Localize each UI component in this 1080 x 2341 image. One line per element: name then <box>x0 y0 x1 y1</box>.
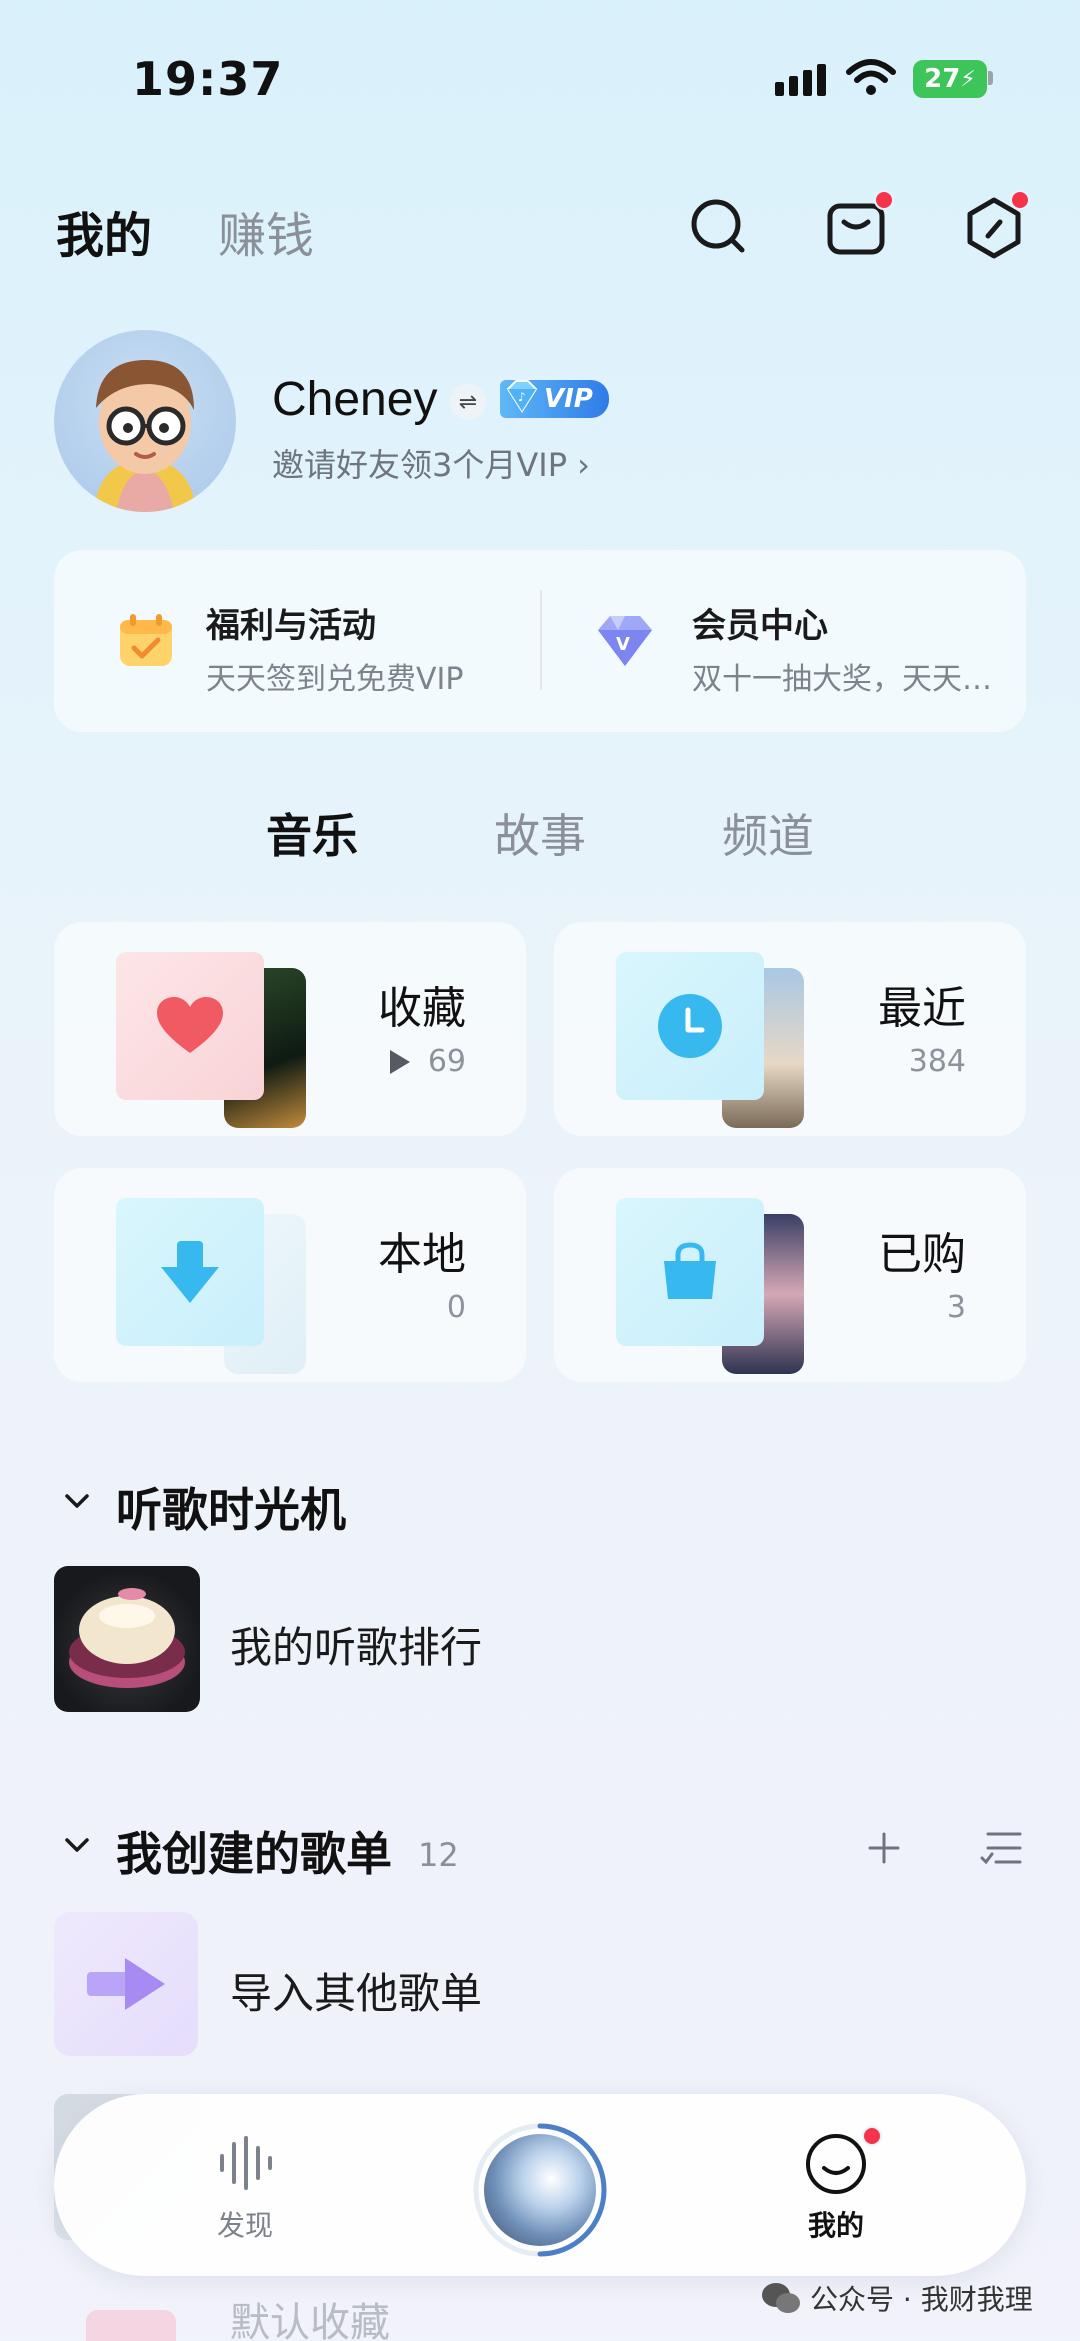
battery-level: 27 <box>924 64 961 94</box>
purchased-cover <box>616 1198 764 1346</box>
wifi-icon <box>846 59 896 95</box>
invite-friends-link[interactable]: 邀请好友领3个月VIP › <box>272 440 590 486</box>
message-notification-dot <box>874 190 894 210</box>
tab-earn[interactable]: 赚钱 <box>218 196 314 266</box>
faded-playlist-thumbnail-2 <box>86 2310 176 2341</box>
avatar[interactable] <box>54 330 236 512</box>
benefits-activities-subtitle: 天天签到兑免费VIP <box>206 662 464 697</box>
favorites-cover <box>116 952 264 1100</box>
local-title: 本地 <box>378 1229 466 1280</box>
tab-stories[interactable]: 故事 <box>494 800 586 866</box>
nav-mine-label[interactable]: 我的 <box>776 2204 896 2244</box>
add-playlist-icon[interactable] <box>866 1830 902 1866</box>
benefits-activities-title[interactable]: 福利与活动 <box>206 598 376 647</box>
username[interactable]: Cheney <box>272 372 437 427</box>
status-time: 19:37 <box>132 52 284 106</box>
calendar-icon <box>120 614 172 666</box>
play-icon <box>390 1050 410 1074</box>
benefits-divider <box>540 590 542 690</box>
battery-indicator: 27 ⚡ <box>913 60 987 98</box>
diamond-icon: V <box>598 616 652 666</box>
recent-count: 384 <box>908 1044 966 1079</box>
nav-discover-label[interactable]: 发现 <box>185 2204 305 2244</box>
local-cover <box>116 1198 264 1346</box>
profile-smile-icon[interactable] <box>804 2132 868 2196</box>
recent-cover <box>616 952 764 1100</box>
chevron-down-icon[interactable] <box>62 1486 92 1516</box>
faded-playlist-label: 默认收藏 <box>230 2300 390 2341</box>
svg-text:♪: ♪ <box>518 390 526 404</box>
arrow-right-icon <box>87 1958 165 2010</box>
favorites-count: 69 <box>427 1044 466 1079</box>
watermark: 公众号 · 我财我理 <box>760 2278 1033 2318</box>
switch-account-icon[interactable]: ⇌ <box>450 384 486 420</box>
tab-mine[interactable]: 我的 <box>56 196 152 266</box>
shopping-bag-icon <box>664 1242 716 1299</box>
wechat-icon <box>762 2283 800 2313</box>
search-icon[interactable] <box>686 194 750 258</box>
import-playlist-label[interactable]: 导入其他歌单 <box>230 1960 482 2021</box>
member-center-title[interactable]: 会员中心 <box>692 598 828 647</box>
listening-rank-thumbnail <box>54 1566 200 1712</box>
chevron-down-icon[interactable] <box>62 1830 92 1860</box>
svg-text:V: V <box>616 634 630 655</box>
settings-notification-dot <box>1010 190 1030 210</box>
cellular-signal-icon <box>775 64 826 96</box>
purchased-count: 3 <box>946 1290 966 1325</box>
watermark-text: 公众号 · 我财我理 <box>810 2283 1033 2316</box>
battery-cap <box>988 71 993 85</box>
playlists-count: 12 <box>418 1836 459 1874</box>
time-machine-heading[interactable]: 听歌时光机 <box>116 1474 346 1540</box>
tab-music[interactable]: 音乐 <box>266 800 358 866</box>
mine-notification-dot <box>862 2126 882 2146</box>
local-count: 0 <box>446 1290 466 1325</box>
now-playing-disc[interactable] <box>484 2134 596 2246</box>
member-center-subtitle: 双十一抽大奖，天天… <box>692 662 992 697</box>
purchased-title: 已购 <box>878 1229 966 1280</box>
sound-wave-icon[interactable] <box>216 2136 274 2190</box>
recent-title: 最近 <box>878 983 966 1034</box>
listening-rank-label[interactable]: 我的听歌排行 <box>230 1614 482 1675</box>
manage-list-icon[interactable] <box>980 1830 1022 1866</box>
download-icon <box>161 1241 219 1303</box>
vip-diamond-icon: ♪ <box>506 380 538 413</box>
my-playlists-heading[interactable]: 我创建的歌单 <box>116 1818 392 1884</box>
favorites-title: 收藏 <box>378 983 466 1034</box>
import-playlist-thumbnail <box>54 1912 198 2056</box>
tab-channels[interactable]: 频道 <box>722 800 814 866</box>
heart-icon <box>157 997 223 1053</box>
clock-icon <box>658 994 722 1058</box>
vip-badge-label: VIP <box>544 384 593 414</box>
